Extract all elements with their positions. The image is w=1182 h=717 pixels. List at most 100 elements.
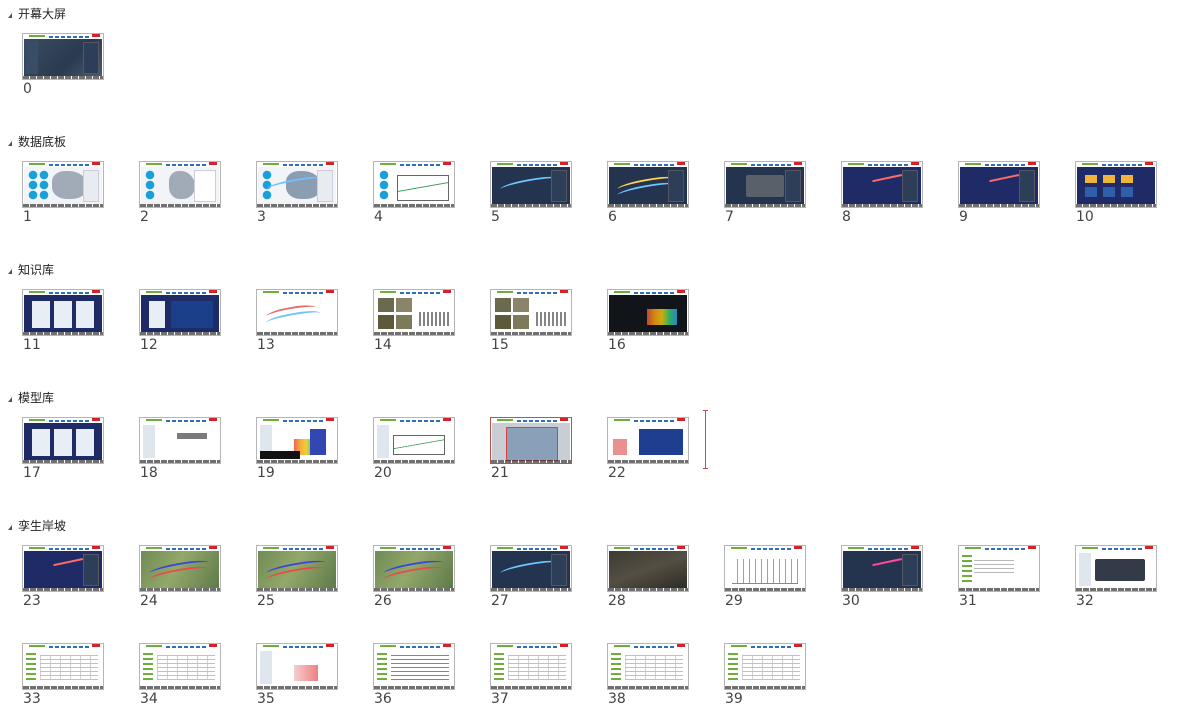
collapse-triangle-icon[interactable] [8,396,12,402]
brand-badge-icon [443,644,451,647]
slide-preview[interactable] [724,643,806,690]
slide-preview[interactable] [490,289,572,336]
slide-thumbnail-33[interactable]: 33 [22,643,104,707]
slide-thumbnail-28[interactable]: 28 [607,545,689,609]
slide-thumbnail-24[interactable]: 24 [139,545,221,609]
slide-preview[interactable] [22,289,104,336]
slide-preview[interactable] [490,161,572,208]
collapse-triangle-icon[interactable] [8,524,12,530]
slide-thumbnail-17[interactable]: 17 [22,417,104,481]
slide-thumbnail-6[interactable]: 6 [607,161,689,225]
collapse-triangle-icon[interactable] [8,140,12,146]
slide-thumbnail-9[interactable]: 9 [958,161,1040,225]
section-header[interactable]: 数据底板 [8,133,66,149]
slide-thumbnail-27[interactable]: 27 [490,545,572,609]
nav-tabs [49,164,89,166]
slide-thumbnail-32[interactable]: 32 [1075,545,1157,609]
slide-thumbnail-26[interactable]: 26 [373,545,455,609]
slide-preview[interactable] [373,161,455,208]
slide-preview[interactable] [22,545,104,592]
slide-thumbnail-4[interactable]: 4 [373,161,455,225]
section-header[interactable]: 孪生岸坡 [8,517,66,533]
slide-thumbnail-1[interactable]: 1 [22,161,104,225]
slide-thumbnail-21[interactable]: 21 [490,417,572,481]
section-header[interactable]: 开幕大屏 [8,5,66,21]
slide-preview[interactable] [958,545,1040,592]
slide-thumbnail-14[interactable]: 14 [373,289,455,353]
logo-icon [848,163,864,165]
slide-thumbnail-8[interactable]: 8 [841,161,923,225]
section-header[interactable]: 知识库 [8,261,54,277]
slide-preview[interactable] [22,417,104,464]
collapse-triangle-icon[interactable] [8,268,12,274]
slide-preview[interactable] [607,417,689,464]
slide-preview[interactable] [22,161,104,208]
slide-thumbnail-18[interactable]: 18 [139,417,221,481]
slide-preview[interactable] [256,161,338,208]
slide-thumbnail-10[interactable]: 10 [1075,161,1157,225]
slide-preview[interactable] [139,643,221,690]
slide-thumbnail-23[interactable]: 23 [22,545,104,609]
slide-preview[interactable] [22,643,104,690]
slide-preview[interactable] [841,161,923,208]
slide-thumbnail-29[interactable]: 29 [724,545,806,609]
slide-number: 34 [140,691,158,707]
slide-thumbnail-25[interactable]: 25 [256,545,338,609]
logo-icon [497,547,513,549]
slide-preview[interactable] [841,545,923,592]
slide-preview[interactable] [256,643,338,690]
slide-preview[interactable] [490,545,572,592]
slide-thumbnail-2[interactable]: 2 [139,161,221,225]
slide-thumbnail-36[interactable]: 36 [373,643,455,707]
slide-thumbnail-22[interactable]: 22 [607,417,689,481]
slide-thumbnail-34[interactable]: 34 [139,643,221,707]
slide-preview[interactable] [373,545,455,592]
slide-thumbnail-15[interactable]: 15 [490,289,572,353]
slide-thumbnail-31[interactable]: 31 [958,545,1040,609]
brand-badge-icon [209,418,217,421]
logo-icon [965,547,981,549]
slide-thumbnail-5[interactable]: 5 [490,161,572,225]
slide-preview[interactable] [139,289,221,336]
brand-badge-icon [209,546,217,549]
slide-thumbnail-35[interactable]: 35 [256,643,338,707]
slide-thumbnail-19[interactable]: 19 [256,417,338,481]
section-header[interactable]: 模型库 [8,389,54,405]
slide-preview[interactable] [607,289,689,336]
slide-thumbnail-39[interactable]: 39 [724,643,806,707]
slide-body [258,649,336,686]
slide-preview[interactable] [490,417,572,464]
slide-thumbnail-12[interactable]: 12 [139,289,221,353]
slide-preview[interactable] [139,417,221,464]
slide-preview[interactable] [373,643,455,690]
slide-thumbnail-16[interactable]: 16 [607,289,689,353]
slide-preview[interactable] [139,545,221,592]
slide-thumbnail-11[interactable]: 11 [22,289,104,353]
slide-preview[interactable] [256,417,338,464]
slide-preview[interactable] [607,643,689,690]
slide-preview[interactable] [724,161,806,208]
slide-preview[interactable] [139,161,221,208]
slide-thumbnail-20[interactable]: 20 [373,417,455,481]
slide-preview[interactable] [373,417,455,464]
slide-thumbnail-0[interactable]: 0 [22,33,104,97]
slide-preview[interactable] [607,545,689,592]
slide-preview[interactable] [256,545,338,592]
slide-sorter[interactable]: 开幕大屏 0 数据底板 1 2 3 4 5 6 7 8 9 10 知识库 11 12 13 14 15 16 模型库 17… [0,0,1182,717]
slide-preview[interactable] [607,161,689,208]
slide-thumbnail-13[interactable]: 13 [256,289,338,353]
slide-preview[interactable] [1075,161,1157,208]
collapse-triangle-icon[interactable] [8,12,12,18]
slide-preview[interactable] [490,643,572,690]
slide-preview[interactable] [22,33,104,80]
slide-preview[interactable] [724,545,806,592]
slide-thumbnail-37[interactable]: 37 [490,643,572,707]
slide-thumbnail-30[interactable]: 30 [841,545,923,609]
slide-preview[interactable] [1075,545,1157,592]
slide-thumbnail-38[interactable]: 38 [607,643,689,707]
slide-preview[interactable] [256,289,338,336]
slide-preview[interactable] [373,289,455,336]
slide-preview[interactable] [958,161,1040,208]
slide-thumbnail-3[interactable]: 3 [256,161,338,225]
slide-thumbnail-7[interactable]: 7 [724,161,806,225]
